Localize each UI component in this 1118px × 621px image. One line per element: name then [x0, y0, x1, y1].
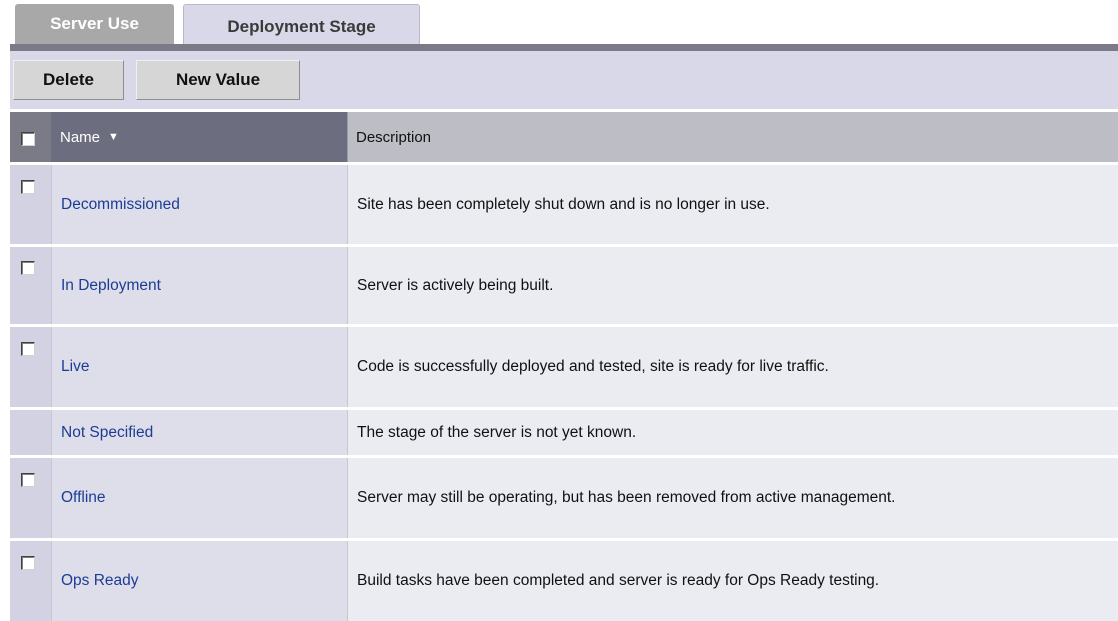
row-checkbox[interactable]: [21, 261, 35, 275]
description-cell: Server is actively being built.: [347, 247, 1118, 324]
name-cell: Decommissioned: [51, 165, 347, 244]
tab-bar: Server Use Deployment Stage: [0, 0, 1118, 53]
table-row: Not Specified The stage of the server is…: [10, 410, 1118, 455]
row-select-cell: [10, 458, 51, 538]
row-checkbox[interactable]: [21, 556, 35, 570]
table-header: Name ▼ Description: [10, 112, 1118, 162]
name-cell: Live: [51, 327, 347, 407]
tab-deployment-stage[interactable]: Deployment Stage: [183, 4, 420, 49]
name-cell: Not Specified: [51, 410, 347, 455]
tab-server-use-label: Server Use: [50, 14, 139, 33]
value-name-link[interactable]: In Deployment: [61, 277, 161, 295]
description-cell: Code is successfully deployed and tested…: [347, 327, 1118, 407]
table-row: Decommissioned Site has been completely …: [10, 165, 1118, 244]
name-cell: Offline: [51, 458, 347, 538]
row-checkbox[interactable]: [21, 180, 35, 194]
description-cell: Build tasks have been completed and serv…: [347, 541, 1118, 621]
tab-deployment-stage-label: Deployment Stage: [227, 17, 376, 36]
row-select-cell: [10, 541, 51, 621]
row-select-cell: [10, 410, 51, 455]
description-cell: The stage of the server is not yet known…: [347, 410, 1118, 455]
table-row: In Deployment Server is actively being b…: [10, 247, 1118, 324]
row-checkbox[interactable]: [21, 473, 35, 487]
row-select-cell: [10, 247, 51, 324]
table-row: Live Code is successfully deployed and t…: [10, 327, 1118, 407]
name-column-header[interactable]: Name ▼: [51, 112, 347, 162]
tab-divider: [10, 44, 1118, 51]
description-column-header[interactable]: Description: [347, 112, 1118, 162]
value-name-link[interactable]: Live: [61, 358, 89, 376]
sort-descending-icon: ▼: [108, 131, 119, 143]
value-name-link[interactable]: Offline: [61, 489, 106, 507]
new-value-button[interactable]: New Value: [136, 60, 300, 100]
values-table: Name ▼ Description Decommissioned Site h…: [10, 112, 1118, 621]
select-all-cell: [10, 112, 51, 162]
value-name-link[interactable]: Decommissioned: [61, 196, 180, 214]
description-cell: Server may still be operating, but has b…: [347, 458, 1118, 538]
description-column-label: Description: [356, 128, 432, 146]
toolbar: Delete New Value: [10, 51, 1118, 109]
select-all-checkbox[interactable]: [21, 132, 35, 146]
name-column-label: Name: [60, 128, 101, 146]
row-select-cell: [10, 327, 51, 407]
description-cell: Site has been completely shut down and i…: [347, 165, 1118, 244]
table-row: Ops Ready Build tasks have been complete…: [10, 541, 1118, 621]
row-select-cell: [10, 165, 51, 244]
value-name-link[interactable]: Not Specified: [61, 424, 153, 442]
tab-server-use[interactable]: Server Use: [15, 4, 174, 44]
value-name-link[interactable]: Ops Ready: [61, 572, 139, 590]
delete-button[interactable]: Delete: [13, 60, 124, 100]
table-row: Offline Server may still be operating, b…: [10, 458, 1118, 538]
row-checkbox[interactable]: [21, 342, 35, 356]
name-cell: Ops Ready: [51, 541, 347, 621]
name-cell: In Deployment: [51, 247, 347, 324]
